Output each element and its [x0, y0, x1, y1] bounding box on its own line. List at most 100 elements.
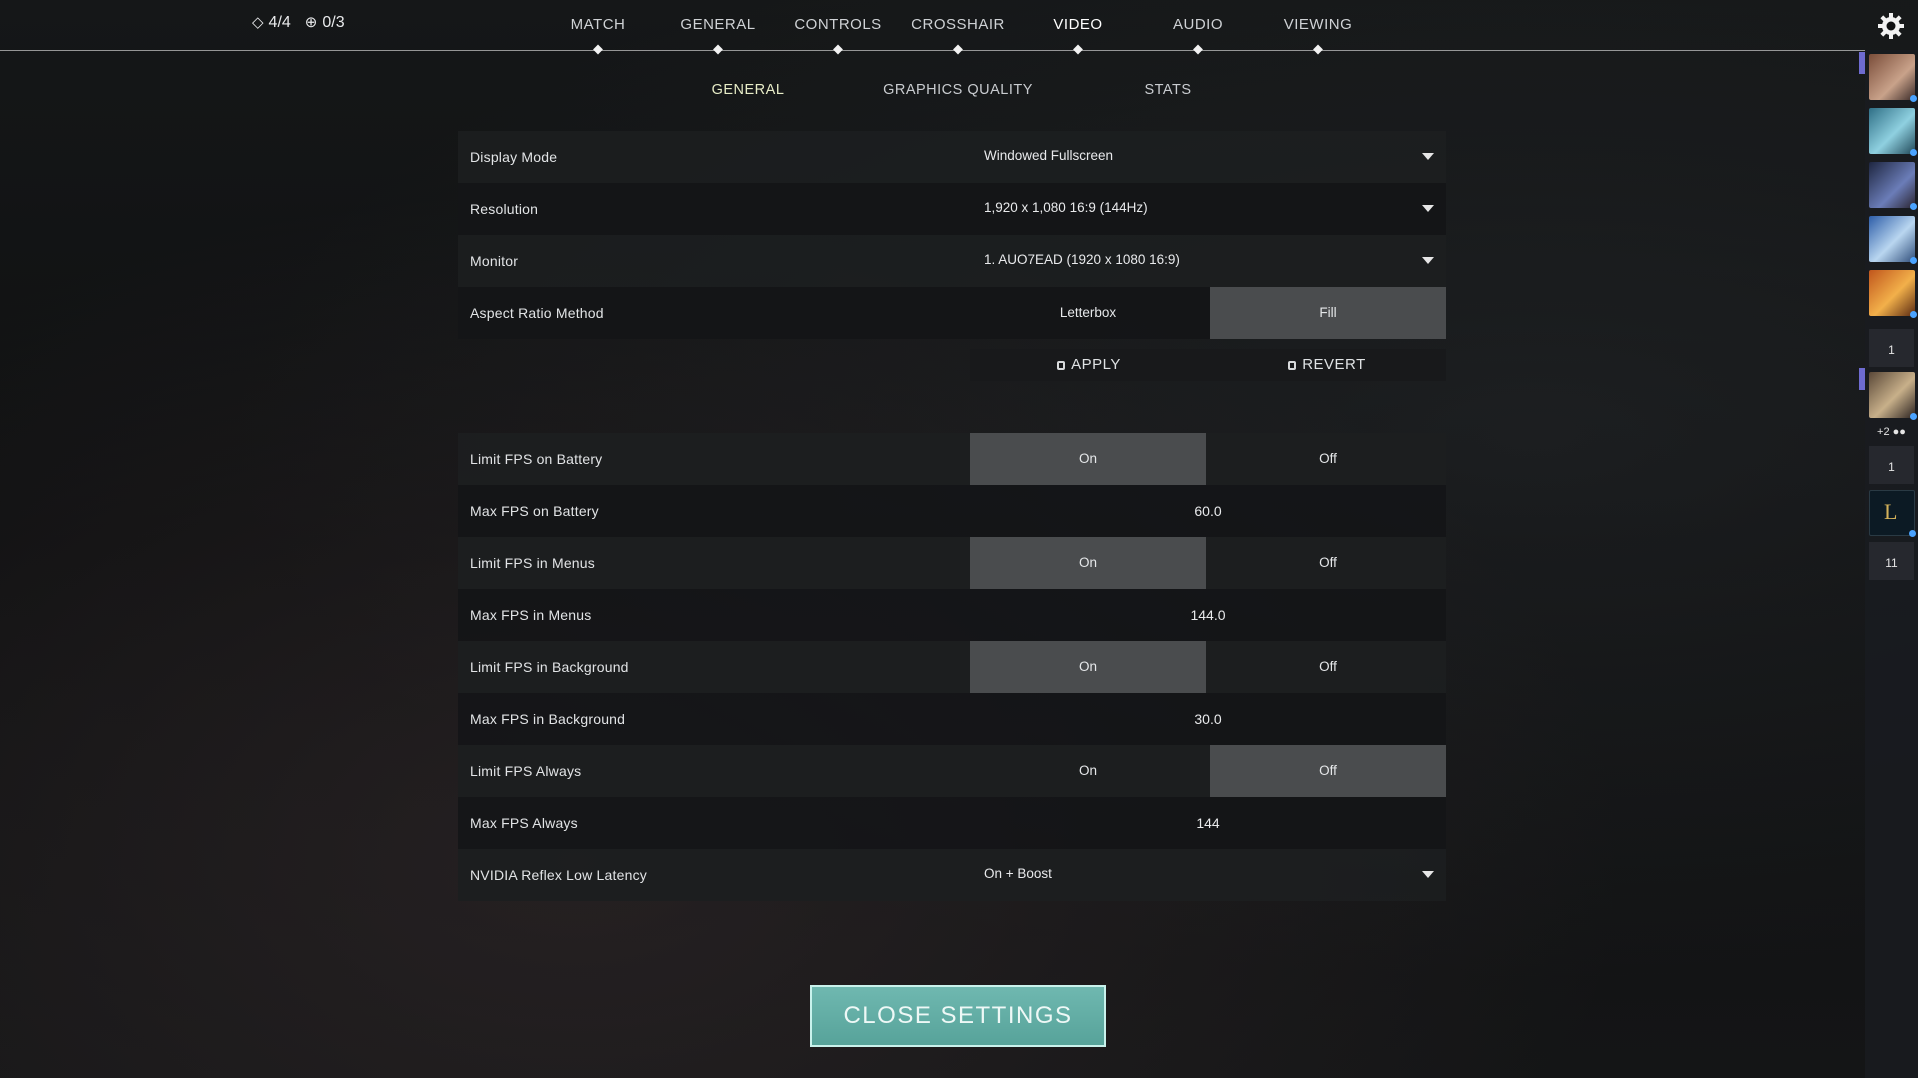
setting-label: Max FPS on Battery — [470, 503, 599, 519]
setting-row-resolution: Resolution 1,920 x 1,080 16:9 (144Hz) — [458, 183, 1446, 235]
max-fps-always-input[interactable]: 144 — [970, 797, 1446, 849]
setting-label: Max FPS Always — [470, 815, 578, 831]
setting-row-limit-fps-always: Limit FPS Always On Off — [458, 745, 1446, 797]
tab-audio[interactable]: AUDIO — [1173, 16, 1223, 33]
setting-row-max-fps-menus: Max FPS in Menus 144.0 — [458, 589, 1446, 641]
off-option[interactable]: Off — [1210, 537, 1446, 589]
subtab-general[interactable]: GENERAL — [712, 82, 785, 98]
status-dot — [1910, 149, 1917, 156]
max-fps-background-input[interactable]: 30.0 — [970, 693, 1446, 745]
group-icon: ●● — [1892, 426, 1906, 438]
setting-row-display-mode: Display Mode Windowed Fullscreen — [458, 131, 1446, 183]
setting-row-limit-fps-background: Limit FPS in Background On Off — [458, 641, 1446, 693]
display-mode-dropdown[interactable]: Windowed Fullscreen — [970, 131, 1446, 183]
off-option[interactable]: Off — [1210, 433, 1446, 485]
setting-label: Resolution — [470, 201, 539, 217]
setting-row-max-fps-background: Max FPS in Background 30.0 — [458, 693, 1446, 745]
setting-label: Display Mode — [470, 149, 558, 165]
friend-avatar[interactable] — [1869, 270, 1917, 318]
setting-row-max-fps-battery: Max FPS on Battery 60.0 — [458, 485, 1446, 537]
status-dot — [1910, 203, 1917, 210]
lock-icon — [1288, 361, 1297, 370]
status-dot — [1910, 311, 1917, 318]
apply-revert-bar: APPLY REVERT — [970, 349, 1446, 381]
tab-video[interactable]: VIDEO — [1053, 16, 1102, 33]
tab-general[interactable]: GENERAL — [680, 16, 755, 33]
subtab-stats[interactable]: STATS — [1144, 82, 1191, 98]
setting-label: NVIDIA Reflex Low Latency — [470, 867, 647, 883]
friend-avatar[interactable] — [1869, 108, 1917, 156]
subtab-graphics-quality[interactable]: GRAPHICS QUALITY — [883, 82, 1033, 98]
dropdown-value: 1,920 x 1,080 16:9 (144Hz) — [984, 200, 1148, 215]
on-option[interactable]: On — [970, 745, 1206, 797]
party-extra-count: +2 — [1877, 426, 1890, 438]
social-sidebar: 1 +2 ●● 1 L 11 — [1859, 50, 1918, 1078]
lock-icon — [1057, 361, 1066, 370]
league-avatar[interactable]: L — [1869, 490, 1916, 537]
tab-crosshair[interactable]: CROSSHAIR — [911, 16, 1005, 33]
caret-down-icon — [1422, 257, 1434, 264]
status-dot — [1910, 413, 1917, 420]
off-option[interactable]: Off — [1210, 641, 1446, 693]
setting-label: Limit FPS in Menus — [470, 555, 595, 571]
setting-row-limit-fps-battery: Limit FPS on Battery On Off — [458, 433, 1446, 485]
apply-button[interactable]: APPLY — [970, 349, 1208, 381]
friend-avatar[interactable] — [1869, 54, 1917, 102]
dropdown-value: Windowed Fullscreen — [984, 148, 1114, 163]
apply-label: APPLY — [1071, 356, 1121, 373]
status-dot — [1910, 95, 1917, 102]
friend-avatar[interactable] — [1869, 216, 1917, 264]
resolution-dropdown[interactable]: 1,920 x 1,080 16:9 (144Hz) — [970, 183, 1446, 235]
setting-label: Aspect Ratio Method — [470, 305, 604, 321]
setting-label: Max FPS in Menus — [470, 607, 592, 623]
league-logo-icon: L — [1884, 499, 1898, 524]
status-dot — [1910, 257, 1917, 264]
off-option[interactable]: Off — [1210, 745, 1446, 797]
monitor-dropdown[interactable]: 1. AUO7EAD (1920 x 1080 16:9) — [970, 235, 1446, 287]
setting-label: Monitor — [470, 253, 519, 269]
tab-viewing[interactable]: VIEWING — [1284, 16, 1353, 33]
party-count: 1 — [1888, 460, 1895, 474]
setting-value: 144.0 — [1190, 607, 1226, 623]
nvidia-reflex-dropdown[interactable]: On + Boost — [970, 849, 1446, 901]
main-nav: MATCH GENERAL CONTROLS CROSSHAIR VIDEO A… — [0, 16, 1865, 55]
on-option[interactable]: On — [970, 537, 1206, 589]
caret-down-icon — [1422, 871, 1434, 878]
setting-row-monitor: Monitor 1. AUO7EAD (1920 x 1080 16:9) — [458, 235, 1446, 287]
dropdown-value: On + Boost — [984, 866, 1052, 881]
max-fps-battery-input[interactable]: 60.0 — [970, 485, 1446, 537]
status-dot — [1909, 530, 1916, 537]
caret-down-icon — [1422, 205, 1434, 212]
setting-label: Limit FPS in Background — [470, 659, 629, 675]
fill-option[interactable]: Fill — [1210, 287, 1446, 339]
setting-label: Max FPS in Background — [470, 711, 626, 727]
on-option[interactable]: On — [970, 641, 1206, 693]
setting-value: 144 — [1196, 815, 1220, 831]
setting-value: 30.0 — [1194, 711, 1222, 727]
revert-button[interactable]: REVERT — [1208, 349, 1446, 381]
close-settings-button[interactable]: CLOSE SETTINGS — [810, 985, 1106, 1047]
setting-label: Limit FPS Always — [470, 763, 582, 779]
revert-label: REVERT — [1302, 356, 1366, 373]
tab-controls[interactable]: CONTROLS — [794, 16, 881, 33]
tab-match[interactable]: MATCH — [571, 16, 626, 33]
setting-label: Limit FPS on Battery — [470, 451, 603, 467]
dropdown-value: 1. AUO7EAD (1920 x 1080 16:9) — [984, 252, 1180, 267]
caret-down-icon — [1422, 153, 1434, 160]
group-marker — [1859, 368, 1865, 390]
on-option[interactable]: On — [970, 433, 1206, 485]
party-extra[interactable]: +2 ●● — [1865, 426, 1918, 438]
friend-count: 1 — [1888, 343, 1895, 357]
league-count: 11 — [1885, 556, 1898, 570]
setting-value: 60.0 — [1194, 503, 1222, 519]
setting-row-nvidia-reflex: NVIDIA Reflex Low Latency On + Boost — [458, 849, 1446, 901]
max-fps-menus-input[interactable]: 144.0 — [970, 589, 1446, 641]
party-avatar[interactable] — [1869, 372, 1917, 420]
setting-row-limit-fps-menus: Limit FPS in Menus On Off — [458, 537, 1446, 589]
top-bar: ◇ 4/4 ⊕ 0/3 MATCH GENERAL CONTROLS CROSSHA… — [0, 0, 1904, 55]
friend-avatar[interactable] — [1869, 162, 1917, 210]
group-marker — [1859, 52, 1865, 74]
gear-icon[interactable] — [1877, 12, 1905, 40]
setting-row-max-fps-always: Max FPS Always 144 — [458, 797, 1446, 849]
letterbox-option[interactable]: Letterbox — [970, 287, 1206, 339]
